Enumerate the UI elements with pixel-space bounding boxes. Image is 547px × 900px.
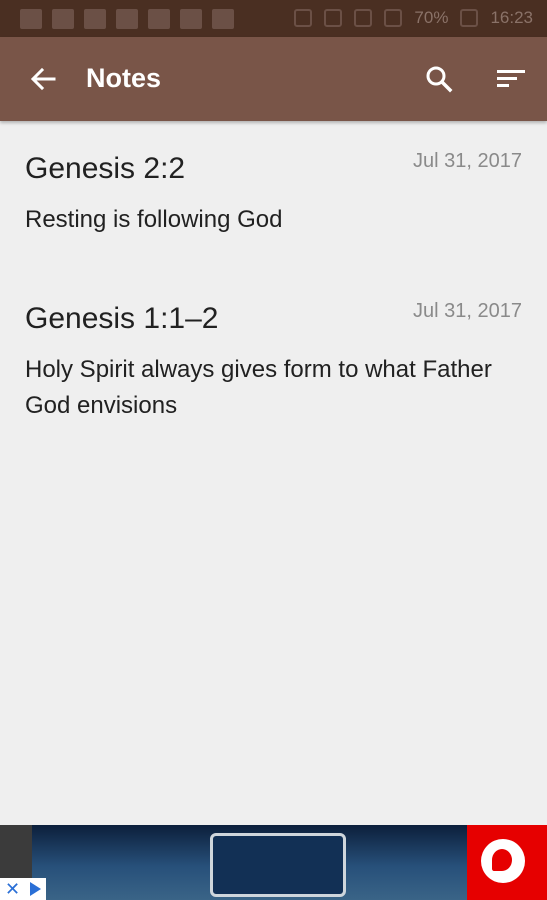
ad-phone-image <box>210 833 346 897</box>
close-icon[interactable]: ✕ <box>5 879 20 900</box>
note-date: Jul 31, 2017 <box>413 300 522 322</box>
note-body: Holy Spirit always gives form to what Fa… <box>25 356 492 419</box>
clock: 16:23 <box>490 8 533 27</box>
adchoices-icon[interactable] <box>30 882 42 896</box>
battery-level: 70% <box>414 8 449 27</box>
search-icon <box>426 66 453 93</box>
note-item[interactable]: Genesis 1:1–2 Jul 31, 2017 Holy Spirit a… <box>0 272 547 422</box>
arrow-back-icon <box>30 67 56 91</box>
mute-icon <box>324 9 343 27</box>
signal-icon <box>384 9 403 27</box>
notification-icon <box>20 9 42 29</box>
note-item[interactable]: Genesis 2:2 Jul 31, 2017 Resting is foll… <box>0 122 547 272</box>
notes-list: Genesis 2:2 Jul 31, 2017 Resting is foll… <box>0 122 547 422</box>
note-date: Jul 31, 2017 <box>413 150 522 172</box>
notification-icon <box>148 9 170 29</box>
nfc-icon <box>294 9 313 27</box>
sort-button[interactable] <box>490 57 534 101</box>
status-bar: 70% 16:23 <box>0 0 547 37</box>
ad-image[interactable] <box>32 825 516 900</box>
notification-icons <box>20 9 234 29</box>
note-body: Resting is following God <box>25 206 283 233</box>
system-icons: 70% 16:23 <box>294 8 533 28</box>
notification-icon <box>52 9 74 29</box>
battery-icon <box>460 9 479 27</box>
note-title: Genesis 2:2 <box>25 152 186 185</box>
vodafone-logo <box>481 839 525 883</box>
app-bar: Notes <box>0 37 547 121</box>
back-button[interactable] <box>22 57 66 101</box>
notification-icon <box>180 9 202 29</box>
note-title: Genesis 1:1–2 <box>25 302 219 335</box>
ad-brand-panel[interactable] <box>467 825 547 900</box>
sort-icon <box>497 70 525 87</box>
notification-icon <box>116 9 138 29</box>
wifi-icon <box>354 9 373 27</box>
ad-controls: ✕ <box>0 878 46 900</box>
notification-icon <box>212 9 234 29</box>
ad-banner[interactable]: ✕ <box>0 825 547 900</box>
notification-icon <box>84 9 106 29</box>
page-title: Notes <box>86 63 162 93</box>
search-button[interactable] <box>418 57 462 101</box>
